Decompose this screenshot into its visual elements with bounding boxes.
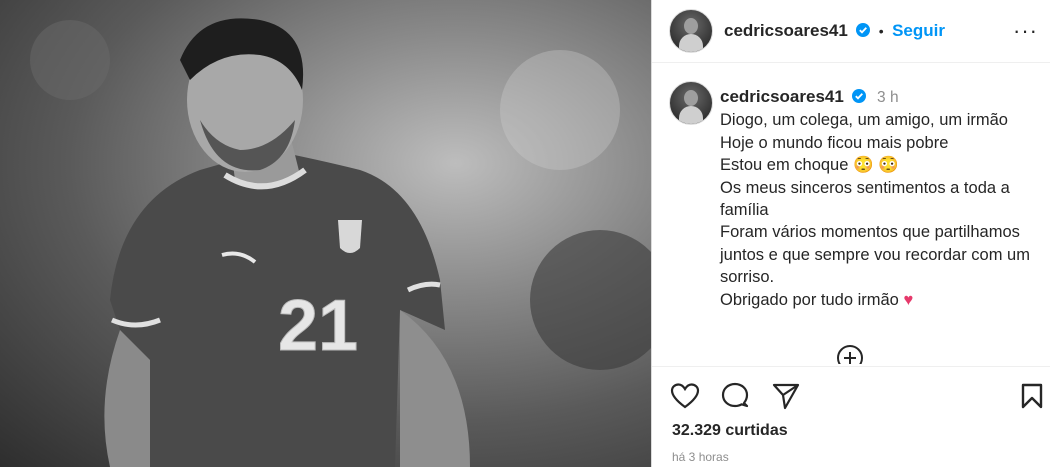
send-icon[interactable] xyxy=(771,382,801,410)
comment-icon[interactable] xyxy=(720,382,750,410)
verified-badge-icon xyxy=(856,23,871,37)
shock-emoji: 😳 😳 xyxy=(853,156,899,175)
post-caption: cedricsoares41 3 h Diogo, um colega, um … xyxy=(720,86,1045,311)
post-actions: 32.329 curtidas há 3 horas xyxy=(652,366,1050,468)
post-photo[interactable]: 21 xyxy=(0,0,651,467)
caption-line: Diogo, um colega, um amigo, um irmão xyxy=(720,111,1008,130)
caption-line-text: Obrigado por tudo irmão xyxy=(720,290,899,309)
caption-author-username[interactable]: cedricsoares41 xyxy=(720,87,844,106)
caption-timestamp[interactable]: 3 h xyxy=(877,89,899,106)
author-avatar[interactable] xyxy=(669,9,713,53)
heart-icon[interactable] xyxy=(670,382,700,410)
post-timestamp[interactable]: há 3 horas xyxy=(672,450,729,464)
caption-line: Hoje o mundo ficou mais pobre xyxy=(720,133,949,152)
caption-line: Obrigado por tudo irmão ♥ xyxy=(720,289,1045,311)
plus-circle-icon[interactable] xyxy=(836,344,864,364)
caption-line: Estou em choque 😳 😳 xyxy=(720,154,1045,176)
more-options-icon[interactable]: ··· xyxy=(1013,18,1038,44)
likes-count[interactable]: 32.329 curtidas xyxy=(672,422,788,440)
author-username[interactable]: cedricsoares41 xyxy=(724,21,848,40)
caption-line: Os meus sinceros sentimentos a toda a fa… xyxy=(720,178,1010,220)
player-photo-illustration: 21 xyxy=(30,18,651,467)
jersey-number: 21 xyxy=(278,286,358,366)
follow-button[interactable]: Seguir xyxy=(892,21,945,40)
caption-author-avatar[interactable] xyxy=(669,81,713,125)
heart-emoji: ♥ xyxy=(903,290,914,309)
caption-line-text: Estou em choque xyxy=(720,156,849,175)
post-header: cedricsoares41 • Seguir ··· xyxy=(652,0,1050,63)
separator-dot: • xyxy=(878,23,884,39)
post-side-panel: cedricsoares41 • Seguir ··· cedricsoares… xyxy=(652,0,1050,467)
bookmark-icon[interactable] xyxy=(1020,382,1044,410)
verified-badge-icon xyxy=(852,89,867,103)
caption-line: Foram vários momentos que partilhamos ju… xyxy=(720,223,1030,287)
